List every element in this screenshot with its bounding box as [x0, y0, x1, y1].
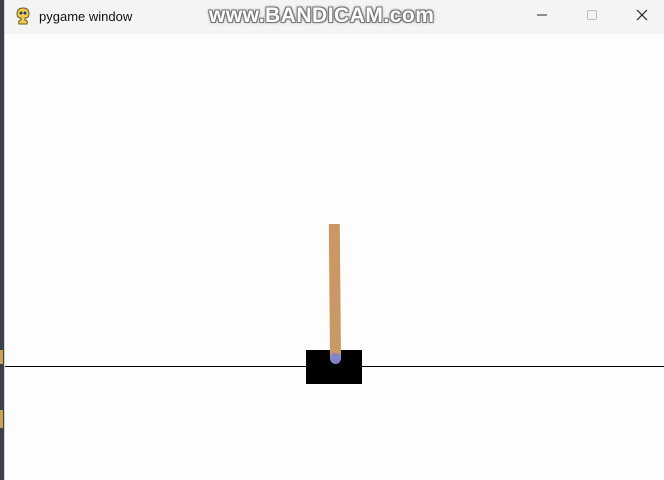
desktop-edge-fragment — [0, 350, 3, 364]
recorder-watermark: www.BANDICAM.com — [209, 4, 435, 27]
pygame-window: pygame window www.BANDICAM.com — [4, 0, 664, 480]
title-bar[interactable]: pygame window www.BANDICAM.com — [5, 0, 664, 34]
desktop-edge-fragment — [0, 410, 3, 428]
maximize-button[interactable] — [569, 0, 615, 34]
close-icon — [636, 8, 648, 26]
minimize-button[interactable] — [519, 0, 565, 34]
pole — [328, 223, 341, 361]
pygame-snake-icon — [14, 7, 32, 25]
close-button[interactable] — [619, 0, 664, 34]
pole-axle — [330, 353, 341, 364]
game-canvas[interactable] — [5, 34, 664, 480]
minimize-icon — [536, 8, 548, 26]
maximize-icon — [586, 8, 598, 26]
window-title: pygame window — [39, 9, 133, 24]
